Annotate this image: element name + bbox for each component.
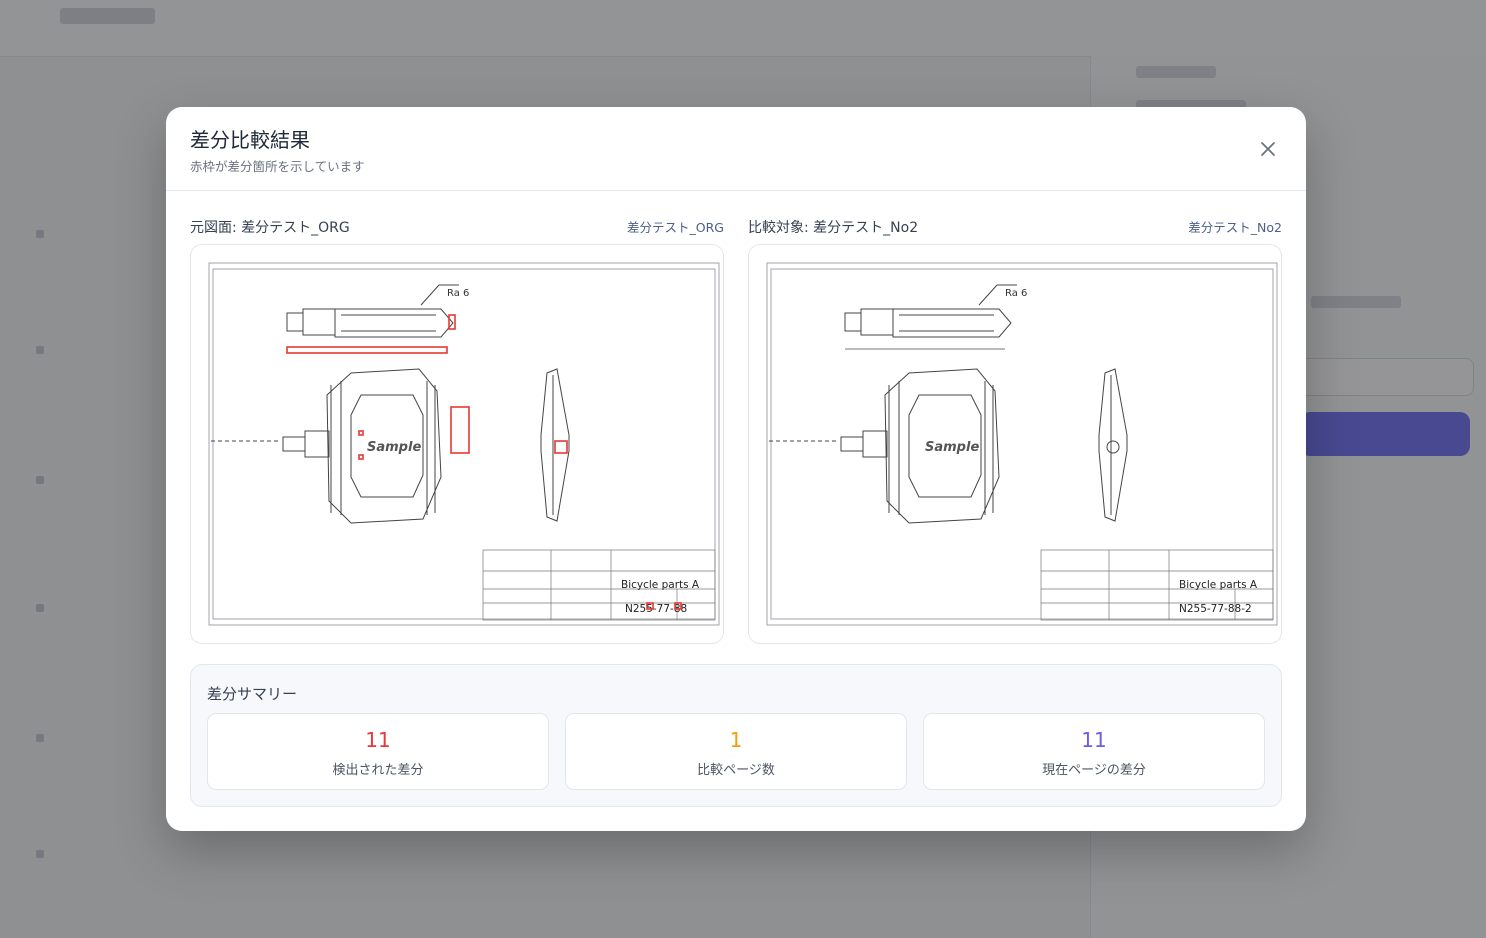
drawing-logo: Sample [367,440,421,455]
stat-current-page-diffs: 11 現在ページの差分 [923,713,1265,790]
modal-subtitle: 赤枠が差分箇所を示しています [190,159,365,174]
original-drawing-panel[interactable]: Ra 6 Sample Bicycle parts A N255-77-88 [190,244,724,644]
stat-value: 11 [1081,728,1107,752]
diff-highlights [286,314,682,610]
comparison-drawing-image: Ra 6 Sample Bicycle parts A N255-77-88-2 [766,262,1278,626]
drawing-top-view [286,284,459,338]
drawing-logo: Sample [925,440,979,455]
close-button[interactable] [1256,137,1280,161]
stat-value: 1 [729,728,743,752]
stat-label: 比較ページ数 [697,763,775,778]
modal-title: 差分比較結果 [190,128,310,152]
comparison-drawing-panel[interactable]: Ra 6 Sample Bicycle parts A N255-77-88-2 [748,244,1282,644]
drawing-side-view [1098,368,1128,522]
roughness-label: Ra 6 [1005,288,1027,299]
original-drawing-image: Ra 6 Sample Bicycle parts A N255-77-88 [208,262,720,626]
diff-summary: 差分サマリー 11 検出された差分 1 比較ページ数 11 現在ページの差分 [190,664,1282,807]
modal-header: 差分比較結果 赤枠が差分箇所を示しています [166,107,1306,191]
comparison-file-name: 差分テスト_No2 [1188,220,1282,235]
drawing-top-view [844,284,1017,350]
summary-title: 差分サマリー [207,685,298,703]
title-block-part-name: Bicycle parts A [1179,579,1258,591]
stat-label: 検出された差分 [332,763,424,778]
original-file-name: 差分テスト_ORG [627,220,724,235]
stat-detected-diffs: 11 検出された差分 [207,713,549,790]
roughness-label: Ra 6 [447,288,469,299]
stat-label: 現在ページの差分 [1042,763,1146,778]
diff-result-modal: 差分比較結果 赤枠が差分箇所を示しています 元図面: 差分テスト_ORG 差分テ… [166,107,1306,831]
title-block-drawing-number: N255-77-88-2 [1179,603,1252,615]
close-icon [1261,142,1275,156]
original-drawing-label: 元図面: 差分テスト_ORG [190,220,350,236]
comparison-drawing-label: 比較対象: 差分テスト_No2 [748,220,919,236]
stat-value: 11 [365,728,391,752]
stat-compared-pages: 1 比較ページ数 [565,713,907,790]
title-block-part-name: Bicycle parts A [621,579,700,591]
